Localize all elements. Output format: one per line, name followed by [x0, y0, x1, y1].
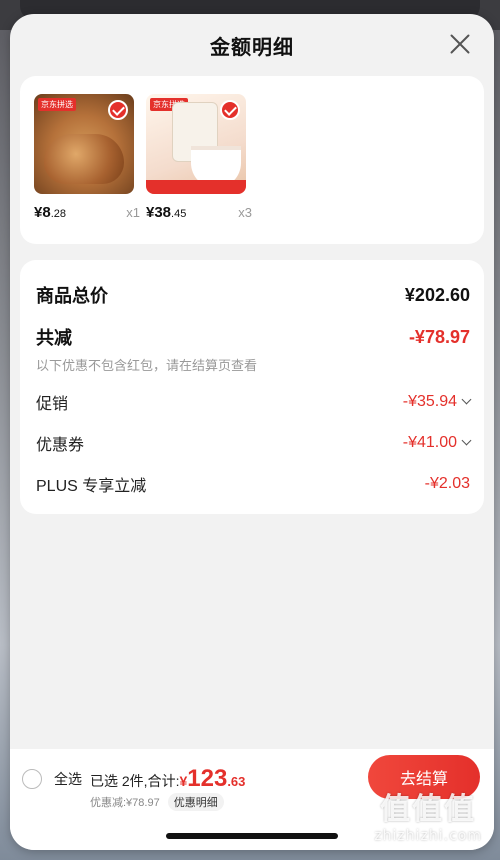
plus-discount-row: PLUS 专享立减 -¥2.03 — [36, 472, 470, 496]
bread-image — [44, 134, 124, 184]
total-reduce-value: -¥78.97 — [408, 326, 470, 347]
promo-band — [146, 180, 246, 194]
watermark-url: zhizhizhi.com — [374, 828, 482, 844]
grand-total: ¥123.63 — [179, 765, 246, 792]
product-card: 京东拼选 ¥8.28 x1 京东拼选 ¥38.45 x3 — [20, 76, 484, 244]
discount-detail-button[interactable]: 优惠明细 — [167, 793, 224, 811]
promotion-label: 促销 — [36, 396, 69, 413]
product-quantity: x3 — [238, 205, 252, 220]
selected-check-icon — [220, 100, 240, 120]
price-summary-card: 商品总价 ¥202.60 共减 -¥78.97 以下优惠不包含红包，请在结算页查… — [20, 260, 484, 514]
total-price-value: ¥202.60 — [404, 284, 470, 305]
product-item[interactable]: 京东拼选 ¥38.45 x3 — [146, 94, 258, 221]
selected-count-text: 已选 2件,合计: — [90, 773, 180, 789]
close-icon[interactable] — [448, 32, 472, 56]
coupon-value: -¥41.00 — [402, 434, 457, 451]
selected-summary: 已选 2件,合计: ¥123.63 — [90, 765, 245, 793]
chevron-down-icon[interactable] — [461, 435, 472, 445]
coupon-row[interactable]: 优惠券 -¥41.00 — [36, 431, 472, 455]
total-reduce-label: 共减 — [36, 328, 72, 348]
promotion-value: -¥35.94 — [402, 393, 457, 410]
total-reduce-row: 共减 -¥78.97 — [36, 324, 470, 350]
plus-discount-label: PLUS 专享立减 — [36, 478, 147, 495]
product-price: ¥8.28 — [34, 204, 66, 221]
product-tag: 京东拼选 — [38, 98, 76, 111]
chevron-down-icon[interactable] — [461, 394, 472, 404]
plus-discount-value: -¥2.03 — [424, 475, 470, 492]
amount-detail-sheet: 金额明细 京东拼选 ¥8.28 x1 京东拼选 ¥38.45 x3 商品总价 ¥… — [10, 14, 494, 850]
discount-text: 优惠减:¥78.97 — [90, 797, 160, 809]
discount-note: 以下优惠不包含红包，请在结算页查看 — [36, 358, 258, 373]
watermark-logo: 值值值 — [380, 792, 477, 827]
home-indicator — [166, 833, 338, 839]
select-all-radio[interactable] — [22, 769, 42, 789]
product-thumbnail: 京东拼选 — [146, 94, 246, 194]
total-price-label: 商品总价 — [36, 286, 108, 306]
sheet-title: 金额明细 — [210, 36, 294, 59]
promotion-row[interactable]: 促销 -¥35.94 — [36, 390, 472, 414]
product-price: ¥38.45 — [146, 204, 187, 221]
product-quantity: x1 — [126, 205, 140, 220]
product-item[interactable]: 京东拼选 ¥8.28 x1 — [34, 94, 146, 221]
product-thumbnail: 京东拼选 — [34, 94, 134, 194]
watermark: 值值值 zhizhizhi.com — [374, 784, 482, 844]
discount-summary: 优惠减:¥78.97 优惠明细 — [90, 793, 224, 811]
selected-check-icon — [108, 100, 128, 120]
total-price-row: 商品总价 ¥202.60 — [36, 282, 470, 308]
coupon-label: 优惠券 — [36, 437, 85, 454]
select-all-label[interactable]: 全选 — [54, 769, 82, 789]
sheet-header: 金额明细 — [10, 14, 494, 76]
